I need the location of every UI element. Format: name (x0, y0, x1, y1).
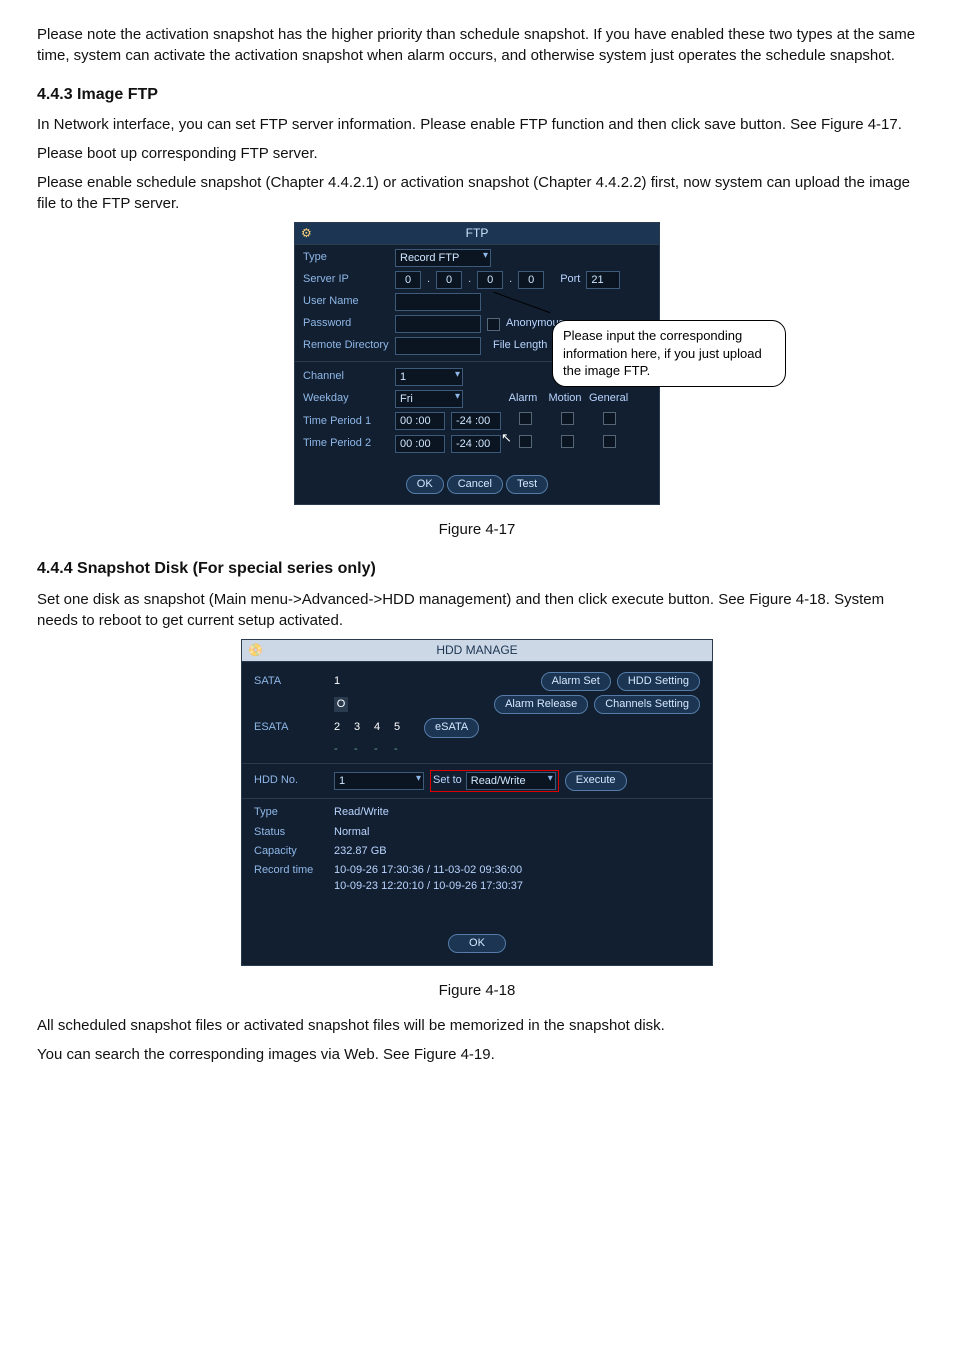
tp1-to[interactable]: -24 :00 (451, 412, 501, 430)
ftp-titlebar: ⚙ FTP (295, 223, 659, 245)
value-hdd-type: Read/Write (334, 805, 389, 820)
weekday-select[interactable]: Fri (395, 390, 463, 408)
paragraph: Please enable schedule snapshot (Chapter… (37, 172, 917, 214)
tp1-general-cb[interactable] (603, 412, 616, 425)
hdd-manage-dialog: 📀 HDD MANAGE SATA 1 Alarm Set HDD Settin… (241, 639, 713, 967)
label-set-to: Set to (433, 773, 462, 788)
alarm-set-button[interactable]: Alarm Set (541, 672, 611, 691)
figure-4-17-wrap: ⚙ FTP Type Record FTP Server IP 0 . 0 . … (172, 222, 782, 505)
tp2-from[interactable]: 00 :00 (395, 435, 445, 453)
label-record-time: Record time (254, 863, 328, 878)
titlebar-icon: ⚙ (301, 225, 312, 242)
tp2-alarm-cb[interactable] (519, 435, 532, 448)
tp1-from[interactable]: 00 :00 (395, 412, 445, 430)
password-input[interactable] (395, 315, 481, 333)
label-type: Type (303, 250, 389, 265)
cancel-button[interactable]: Cancel (447, 475, 503, 494)
col-motion: Motion (547, 391, 583, 406)
label-sata: SATA (254, 674, 328, 689)
esata-4: 4 (374, 720, 388, 735)
remote-dir-input[interactable] (395, 337, 481, 355)
paragraph: Please note the activation snapshot has … (37, 24, 917, 66)
hdd-no-select[interactable]: 1 (334, 772, 424, 790)
hdd-title: HDD MANAGE (436, 643, 517, 657)
anonymous-checkbox[interactable] (487, 318, 500, 331)
cursor-icon: ↖ (501, 429, 512, 447)
channels-setting-button[interactable]: Channels Setting (594, 695, 700, 714)
col-alarm: Alarm (505, 391, 541, 406)
figure-4-18-caption: Figure 4-18 (37, 980, 917, 1001)
label-esata: ESATA (254, 720, 328, 735)
set-to-select[interactable]: Read/Write (466, 772, 556, 790)
tp2-motion-cb[interactable] (561, 435, 574, 448)
label-hdd-no: HDD No. (254, 773, 328, 788)
channel-select[interactable]: 1 (395, 368, 463, 386)
esata-3: 3 (354, 720, 368, 735)
paragraph: All scheduled snapshot files or activate… (37, 1015, 917, 1036)
esata-5: 5 (394, 720, 408, 735)
ip-octet-1[interactable]: 0 (395, 271, 421, 289)
heading-snapshot-disk: 4.4.4 Snapshot Disk (For special series … (37, 558, 917, 580)
paragraph: Set one disk as snapshot (Main menu->Adv… (37, 589, 917, 631)
tp2-general-cb[interactable] (603, 435, 616, 448)
label-weekday: Weekday (303, 391, 389, 406)
user-name-input[interactable] (395, 293, 481, 311)
label-capacity: Capacity (254, 844, 328, 859)
label-status: Status (254, 825, 328, 840)
test-button[interactable]: Test (506, 475, 548, 494)
ftp-title: FTP (466, 226, 489, 240)
label-channel: Channel (303, 369, 389, 384)
value-record-time: 10-09-26 17:30:36 / 11-03-02 09:36:00 10… (334, 863, 523, 894)
heading-image-ftp: 4.4.3 Image FTP (37, 84, 917, 106)
ip-octet-3[interactable]: 0 (477, 271, 503, 289)
value-capacity: 232.87 GB (334, 844, 387, 859)
value-status: Normal (334, 825, 369, 840)
type-select[interactable]: Record FTP (395, 249, 491, 267)
figure-4-17-caption: Figure 4-17 (37, 519, 917, 540)
label-tp2: Time Period 2 (303, 436, 389, 451)
alarm-release-button[interactable]: Alarm Release (494, 695, 588, 714)
titlebar-icon: 📀 (248, 642, 263, 659)
esata-button[interactable]: eSATA (424, 718, 479, 737)
execute-button[interactable]: Execute (565, 771, 627, 790)
paragraph: Please boot up corresponding FTP server. (37, 143, 917, 164)
esata-2: 2 (334, 720, 348, 735)
label-password: Password (303, 316, 389, 331)
hdd-setting-button[interactable]: HDD Setting (617, 672, 700, 691)
paragraph: You can search the corresponding images … (37, 1044, 917, 1065)
label-server-ip: Server IP (303, 272, 389, 287)
hdd-ok-button[interactable]: OK (448, 934, 506, 953)
label-tp1: Time Period 1 (303, 414, 389, 429)
label-user-name: User Name (303, 294, 389, 309)
col-general: General (589, 391, 625, 406)
label-port: Port (560, 272, 580, 287)
ip-octet-4[interactable]: 0 (518, 271, 544, 289)
label-remote-dir: Remote Directory (303, 338, 389, 353)
tp1-alarm-cb[interactable] (519, 412, 532, 425)
sata-1: 1 (334, 674, 348, 689)
tp1-motion-cb[interactable] (561, 412, 574, 425)
sata-o: O (334, 697, 348, 712)
port-input[interactable]: 21 (586, 271, 620, 289)
ip-octet-2[interactable]: 0 (436, 271, 462, 289)
label-file-length: File Length (493, 338, 547, 353)
label-hdd-type: Type (254, 805, 328, 820)
tp2-to[interactable]: -24 :00 (451, 435, 501, 453)
hdd-titlebar: 📀 HDD MANAGE (242, 640, 712, 662)
callout-box: Please input the corresponding informati… (552, 320, 786, 387)
ok-button[interactable]: OK (406, 475, 444, 494)
paragraph: In Network interface, you can set FTP se… (37, 114, 917, 135)
